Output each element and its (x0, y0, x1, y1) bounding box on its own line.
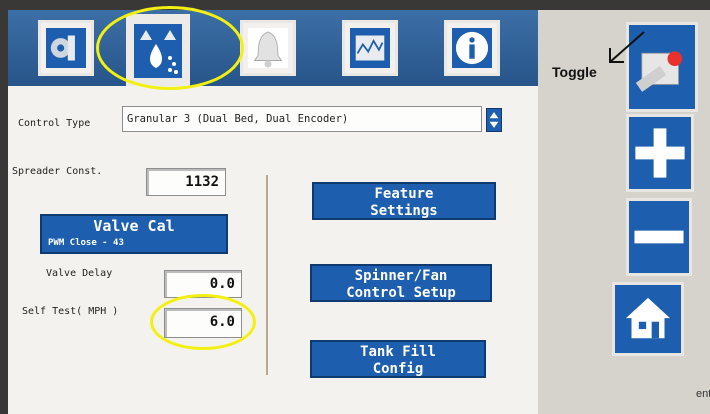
annotation-arrow-icon (609, 31, 645, 63)
tab-alarms[interactable] (240, 20, 296, 76)
toggle-annotation: Toggle (552, 64, 597, 80)
tools-icon (50, 35, 75, 61)
plus-button[interactable] (626, 114, 694, 192)
self-test-label: Self Test( MPH ) (22, 306, 119, 317)
spreader-const-label: Spreader Const. (12, 166, 103, 177)
feature-settings-button[interactable]: Feature Settings (312, 182, 496, 220)
edge-text: ent (696, 388, 710, 400)
tank-fill-config-button[interactable]: Tank Fill Config (310, 340, 486, 378)
spinner-fan-control-setup-button[interactable]: Spinner/Fan Control Setup (310, 264, 492, 302)
up-down-arrow-icon (489, 112, 499, 128)
control-type-stepper[interactable] (486, 108, 502, 132)
tank-fill-line1: Tank Fill (360, 344, 436, 360)
tank-fill-line2: Config (372, 361, 424, 377)
home-button[interactable] (612, 282, 684, 356)
minus-button[interactable] (626, 198, 692, 276)
valve-cal-button[interactable]: Valve Cal PWM Close - 43 (40, 214, 228, 254)
control-type-select[interactable]: Granular 3 (Dual Bed, Dual Encoder) (122, 106, 482, 132)
control-type-label: Control Type (18, 118, 91, 129)
tab-bar (8, 10, 538, 86)
valve-delay-label: Valve Delay (46, 268, 113, 279)
valve-cal-sub: PWM Close - 43 (48, 238, 124, 248)
home-icon (626, 297, 670, 339)
tab-info[interactable] (444, 20, 500, 76)
valve-cal-label: Valve Cal (93, 217, 175, 235)
minus-icon (634, 230, 684, 244)
bell-icon (253, 31, 283, 68)
plus-icon (635, 128, 685, 178)
highlight-circle-tab (96, 6, 244, 90)
feature-settings-line1: Feature (374, 186, 434, 202)
spreader-const-field[interactable]: 1132 (146, 168, 226, 196)
highlight-circle-self-test (150, 294, 256, 350)
feature-settings-line2: Settings (370, 203, 438, 219)
panel-divider (266, 175, 268, 375)
spinner-fan-line1: Spinner/Fan (354, 268, 448, 284)
tab-tools[interactable] (38, 20, 94, 76)
tab-diagnostics[interactable] (342, 20, 398, 76)
info-icon (455, 31, 489, 65)
spinner-fan-line2: Control Setup (346, 285, 456, 301)
chart-icon (355, 35, 385, 61)
